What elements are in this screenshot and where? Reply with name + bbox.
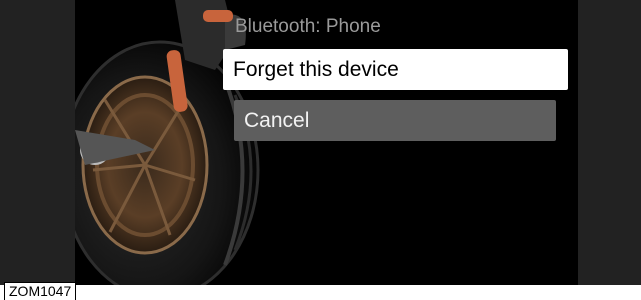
display-bezel: Bluetooth: Phone Forget this device Canc… xyxy=(0,0,641,285)
forget-device-label: Forget this device xyxy=(233,57,399,81)
cancel-option[interactable]: Cancel xyxy=(234,100,556,141)
dialog-title: Bluetooth: Phone xyxy=(235,16,381,37)
screen: Bluetooth: Phone Forget this device Canc… xyxy=(75,0,578,285)
bezel-left xyxy=(0,0,75,285)
forget-device-option[interactable]: Forget this device xyxy=(223,49,568,90)
figure-reference-code: ZOM1047 xyxy=(4,282,77,300)
cancel-label: Cancel xyxy=(244,108,310,132)
motorcycle-wheel-background xyxy=(75,0,578,285)
bezel-right xyxy=(578,0,641,285)
